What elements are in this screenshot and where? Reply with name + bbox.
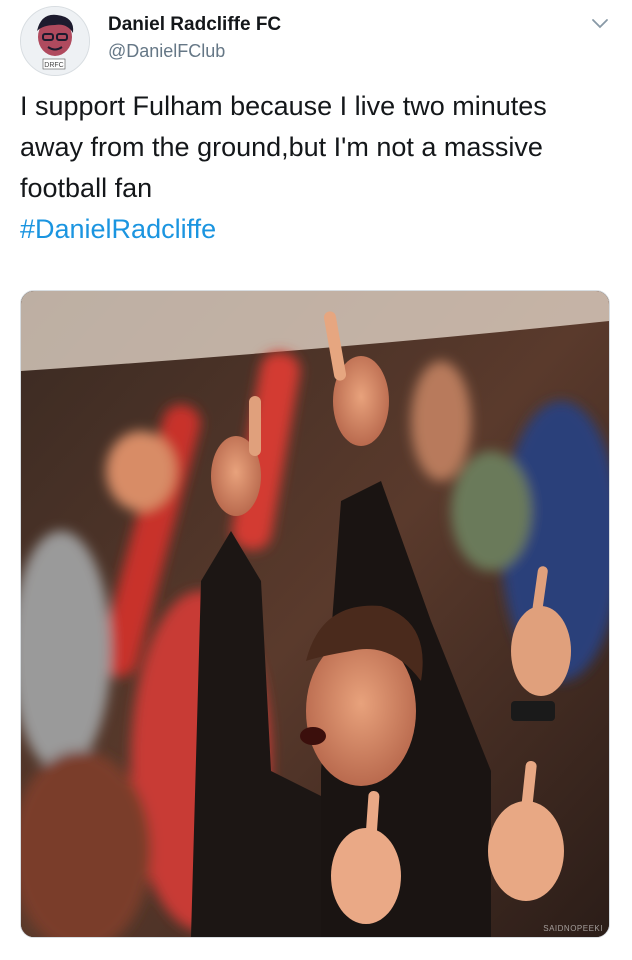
tweet-photo[interactable]: SAIDNOPEEKI [20,290,610,938]
hashtag-link[interactable]: #DanielRadcliffe [20,214,216,244]
tweet-header: DRFC Daniel Radcliffe FC @DanielFClub [20,6,616,76]
account-names: Daniel Radcliffe FC @DanielFClub [108,14,281,62]
avatar-badge: DRFC [44,62,63,69]
tweet-text: I support Fulham because I live two minu… [20,91,547,203]
photo-watermark: SAIDNOPEEKI [543,924,603,933]
display-name[interactable]: Daniel Radcliffe FC [108,14,281,36]
avatar[interactable]: DRFC [20,6,90,76]
chevron-down-icon[interactable] [590,14,610,34]
avatar-icon: DRFC [21,7,89,75]
photo-crowd-cheering-icon [21,291,609,937]
tweet-text-block: I support Fulham because I live two minu… [20,86,612,250]
user-handle[interactable]: @DanielFClub [108,40,281,62]
